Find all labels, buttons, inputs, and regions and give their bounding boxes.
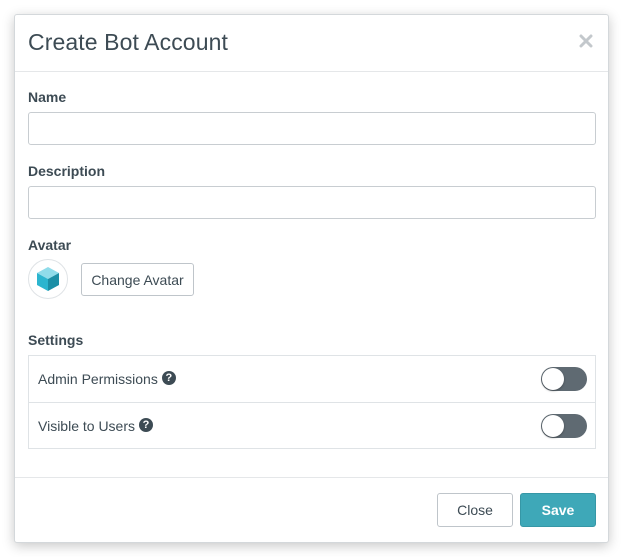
visible-to-users-label: Visible to Users bbox=[38, 417, 136, 434]
description-label: Description bbox=[28, 163, 106, 179]
settings-row-visible-to-users: Visible to Users ? bbox=[29, 402, 595, 448]
modal-footer: Close Save bbox=[15, 477, 608, 542]
name-label: Name bbox=[28, 89, 67, 105]
avatar-label: Avatar bbox=[28, 237, 72, 253]
settings-table: Admin Permissions ? Visible to Users ? bbox=[28, 355, 596, 449]
admin-permissions-toggle[interactable] bbox=[541, 367, 587, 391]
modal-header: Create Bot Account bbox=[15, 15, 608, 72]
modal-title: Create Bot Account bbox=[28, 29, 228, 55]
bot-avatar-icon bbox=[37, 267, 59, 291]
change-avatar-button[interactable]: Change Avatar bbox=[81, 263, 194, 296]
question-circle-icon[interactable]: ? bbox=[139, 417, 154, 432]
settings-heading: Settings bbox=[28, 332, 84, 348]
question-circle-icon[interactable]: ? bbox=[161, 371, 176, 385]
close-button[interactable]: Close bbox=[437, 493, 513, 527]
settings-row-admin-permissions: Admin Permissions ? bbox=[29, 356, 595, 402]
save-button[interactable]: Save bbox=[520, 493, 596, 527]
toggle-knob bbox=[542, 368, 564, 390]
toggle-knob bbox=[542, 415, 564, 437]
name-input[interactable] bbox=[28, 112, 596, 145]
close-icon[interactable] bbox=[576, 30, 596, 52]
create-bot-modal: Create Bot Account Name Description Avat… bbox=[14, 14, 609, 543]
admin-permissions-label: Admin Permissions bbox=[38, 371, 158, 387]
description-input[interactable] bbox=[28, 186, 596, 219]
visible-to-users-toggle[interactable] bbox=[541, 414, 587, 438]
avatar bbox=[28, 259, 68, 299]
